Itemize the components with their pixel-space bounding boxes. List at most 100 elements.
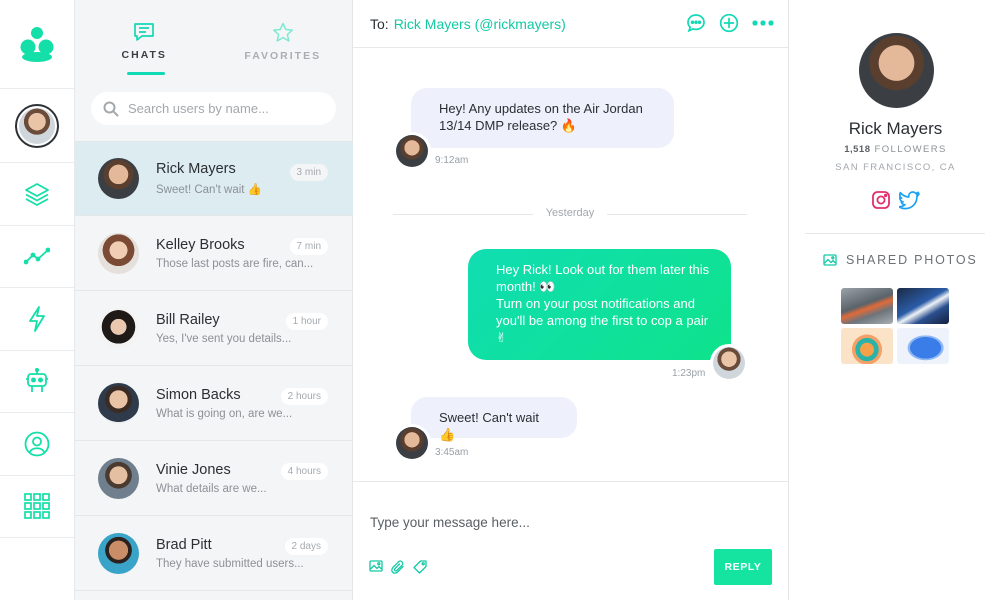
chat-row-rick-mayers[interactable]: Rick Mayers Sweet! Can't wait 👍 3 min [75,141,353,216]
sneaker-photo-1[interactable] [841,288,893,324]
chat-row-vinie-jones[interactable]: Vinie Jones What details are we... 4 hou… [75,441,353,516]
incoming-message: Hey! Any updates on the Air Jordan 13/14… [411,88,674,148]
message-preview: Sweet! Can't wait 👍 [156,184,262,196]
chat-icon [687,14,705,33]
message-line: Sweet! Can't wait 👍 [439,410,540,442]
contact-name: Bill Railey [156,311,220,328]
message-time: 1:23pm [672,368,706,379]
user-avatar[interactable] [15,103,59,148]
image-icon [369,560,383,572]
sender-avatar [393,132,431,170]
sneaker-photo-2[interactable] [897,288,949,324]
attach-file-button[interactable] [391,560,405,574]
gallery-icon [823,254,837,266]
followers-line: 1,518 FOLLOWERS [789,144,1002,155]
rail-layers[interactable] [0,163,74,226]
header-actions [686,13,774,33]
profile-name: Rick Mayers [848,119,943,138]
message-time: 9:12am [435,155,469,166]
shared-photos-label: SHARED PHOTOS [846,253,978,267]
paperclip-icon [391,560,404,574]
profile-divider [805,233,985,234]
chat-rows: Rick Mayers Sweet! Can't wait 👍 3 min Ke… [75,141,353,591]
time-badge: 7 min [289,238,328,255]
search-icon [103,101,119,116]
tag-icon [413,560,427,574]
social-links [789,190,1002,210]
more-button[interactable] [752,13,774,33]
instagram-icon [871,191,890,209]
reply-button[interactable]: REPLY [714,549,772,585]
more-icon [752,20,774,26]
star-icon [272,22,293,42]
rail-apps[interactable] [0,476,74,538]
time-badge: 3 min [289,164,328,181]
tab-favorites-label: FAVORITES [244,50,322,62]
logo-cell [0,0,74,89]
time-badge: 1 hour [285,313,328,330]
message-preview: Those last posts are fire, can... [156,257,314,270]
contact-name: Simon Backs [156,386,241,403]
rail-lightning[interactable] [0,288,74,351]
divider-label: Yesterday [545,207,595,219]
robot-icon [26,368,48,393]
profile-location: SAN FRANCISCO, CA [835,162,956,173]
chat-bubble-icon [134,23,155,41]
apps-grid-icon [24,493,50,520]
avatar [98,232,139,274]
new-chat-button[interactable] [686,13,706,33]
attach-image-button[interactable] [369,560,383,574]
search-input[interactable] [128,101,318,116]
rail-profile[interactable] [0,413,74,476]
add-button[interactable] [719,13,739,33]
contact-name: Vinie Jones [156,461,231,478]
message-area: Hey! Any updates on the Air Jordan 13/14… [353,48,789,481]
app-logo[interactable] [19,25,55,63]
chat-row-kelley-brooks[interactable]: Kelley Brooks Those last posts are fire,… [75,216,353,291]
blue-sneaker-art[interactable] [897,328,949,364]
sunset-illustration[interactable] [841,328,893,364]
tab-favorites[interactable]: FAVORITES [214,0,353,76]
outgoing-message: Hey Rick! Look out for them later this m… [468,249,731,360]
shared-photos-header: SHARED PHOTOS [823,253,978,267]
contact-name: Brad Pitt [156,536,212,553]
message-input[interactable] [370,515,670,530]
twitter-icon [898,191,920,210]
chat-row-bill-railey[interactable]: Bill Railey Yes, I've sent you details..… [75,291,353,366]
message-preview: They have submitted users... [156,557,304,570]
avatar [98,457,139,499]
message-preview: Yes, I've sent you details... [156,332,292,345]
avatar [98,382,139,424]
message-preview: What is going on, are we... [156,407,293,420]
active-tab-indicator [127,72,165,75]
time-badge: 4 hours [280,463,328,480]
recipient-link[interactable]: Rick Mayers (@rickmayers) [394,16,566,32]
tag-button[interactable] [413,560,427,574]
add-icon [719,13,739,33]
shared-photos-grid [841,288,949,364]
rail-trending[interactable] [0,226,74,288]
message-line: month! 👀 [496,279,556,294]
rail-robot[interactable] [0,351,74,413]
chat-row-brad-pitt[interactable]: Brad Pitt They have submitted users... 2… [75,516,353,591]
message-preview: What details are we... [156,482,267,495]
rail-user-cell [0,89,74,163]
message-line: Turn on your post notifications and [496,296,695,311]
twitter-link[interactable] [898,190,921,210]
profile-panel: Rick Mayers 1,518 FOLLOWERS SAN FRANCISC… [789,0,1002,600]
conversation-header: To: Rick Mayers (@rickmayers) [353,0,788,48]
own-avatar [710,344,748,382]
message-line: ✌ [496,330,507,345]
message-time: 3:45am [435,447,469,458]
layers-icon [25,182,49,206]
search-box [91,92,336,125]
composer-tools [369,560,427,574]
avatar [98,532,139,574]
avatar [98,158,139,199]
instagram-link[interactable] [871,190,891,210]
contact-name: Rick Mayers [156,161,236,177]
chat-list-panel: CHATS FAVORITES Rick Mayers Sweet! Can't… [75,0,353,600]
tab-chats[interactable]: CHATS [75,0,214,76]
chat-row-simon-backs[interactable]: Simon Backs What is going on, are we... … [75,366,353,441]
to-label: To: [370,15,389,32]
